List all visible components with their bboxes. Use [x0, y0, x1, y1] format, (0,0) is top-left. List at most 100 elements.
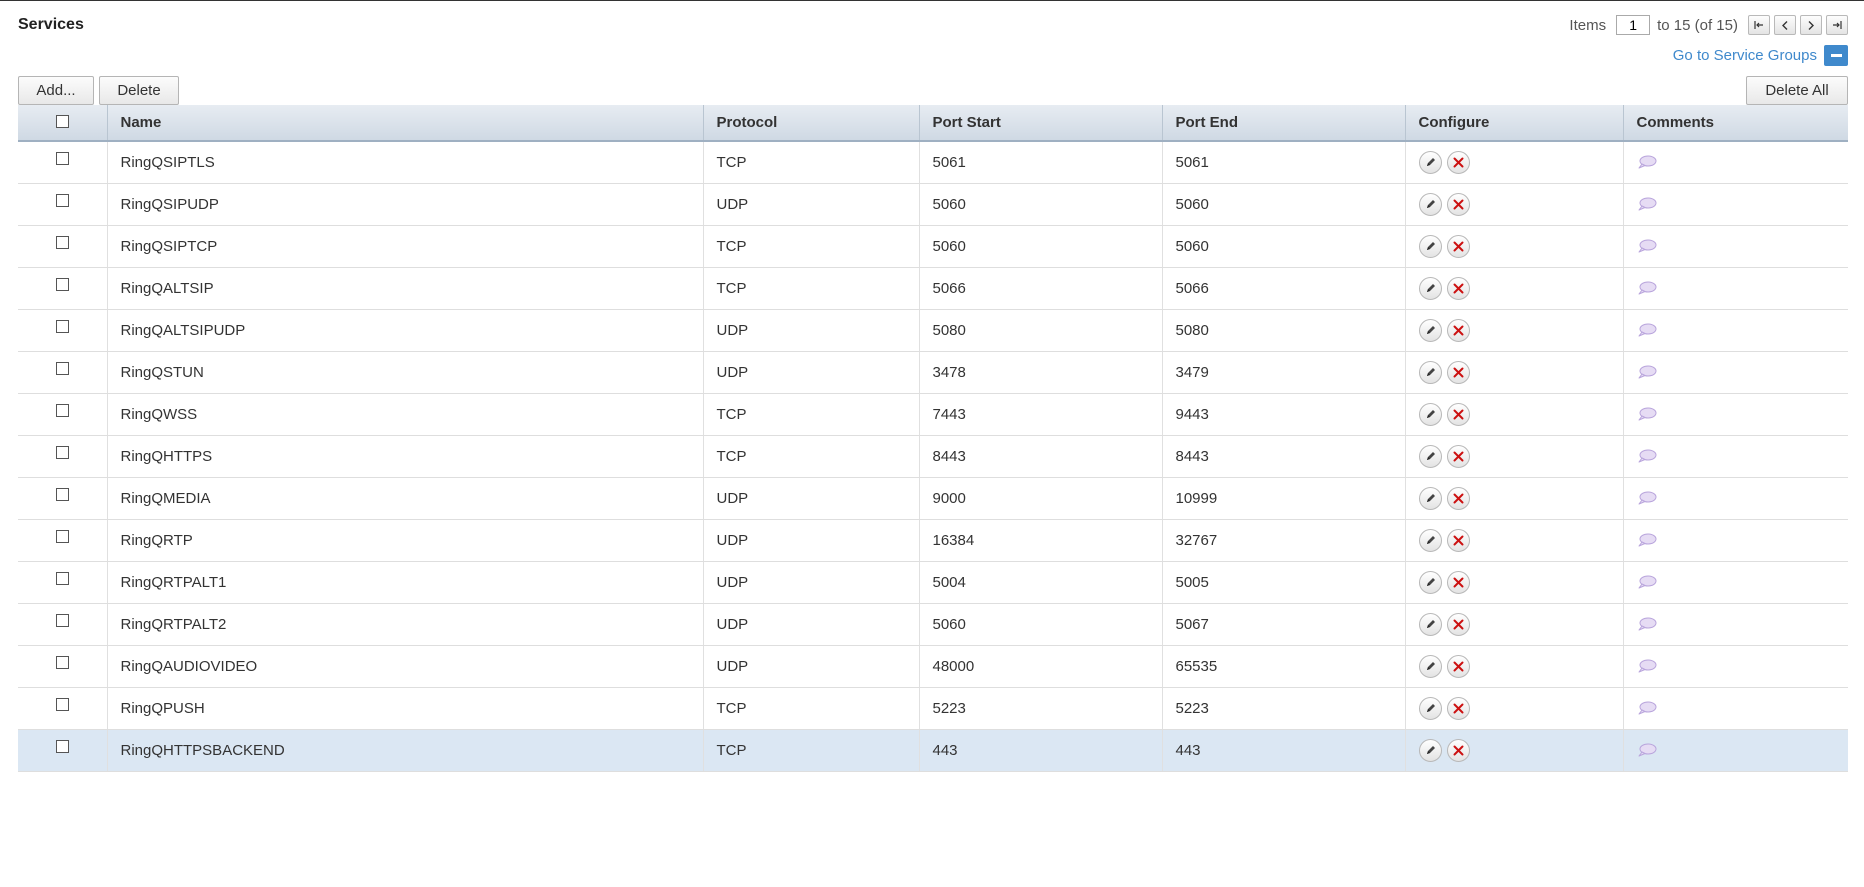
service-name-cell: RingQALTSIPUDP	[107, 309, 704, 352]
comment-button[interactable]	[1637, 323, 1849, 337]
delete-row-button[interactable]	[1446, 738, 1470, 762]
edit-button[interactable]	[1418, 444, 1442, 468]
port-start-cell: 16384	[919, 519, 1163, 562]
comment-button[interactable]	[1637, 197, 1849, 211]
table-row[interactable]: RingQALTSIP TCP 5066 5066	[18, 267, 1849, 310]
delete-row-button[interactable]	[1446, 570, 1470, 594]
delete-row-button[interactable]	[1446, 696, 1470, 720]
edit-button[interactable]	[1418, 318, 1442, 342]
edit-button[interactable]	[1418, 486, 1442, 510]
edit-button[interactable]	[1418, 696, 1442, 720]
row-checkbox[interactable]	[55, 362, 69, 376]
table-row[interactable]: RingQSIPTLS TCP 5061 5061	[18, 141, 1849, 184]
prev-page-button[interactable]	[1774, 15, 1796, 35]
delete-row-button[interactable]	[1446, 276, 1470, 300]
edit-button[interactable]	[1418, 360, 1442, 384]
edit-button[interactable]	[1418, 402, 1442, 426]
table-row[interactable]: RingQSIPTCP TCP 5060 5060	[18, 225, 1849, 268]
delete-row-button[interactable]	[1446, 486, 1470, 510]
edit-button[interactable]	[1418, 570, 1442, 594]
first-page-button[interactable]	[1748, 15, 1770, 35]
table-row[interactable]: RingQSIPUDP UDP 5060 5060	[18, 183, 1849, 226]
comment-button[interactable]	[1637, 407, 1849, 421]
row-checkbox[interactable]	[55, 194, 69, 208]
comment-button[interactable]	[1637, 281, 1849, 295]
last-page-icon	[1833, 21, 1842, 29]
page-number-input[interactable]	[1616, 15, 1651, 35]
row-checkbox[interactable]	[55, 740, 69, 754]
table-row[interactable]: RingQRTPALT1 UDP 5004 5005	[18, 561, 1849, 604]
comment-button[interactable]	[1637, 533, 1849, 547]
delete-row-button[interactable]	[1446, 402, 1470, 426]
comment-bubble-icon	[1638, 449, 1656, 463]
pagination: Items to 15 (of 15)	[1569, 14, 1848, 36]
table-row[interactable]: RingQPUSH TCP 5223 5223	[18, 687, 1849, 730]
column-header-name[interactable]: Name	[107, 105, 704, 142]
delete-button[interactable]: Delete	[99, 76, 179, 105]
row-checkbox[interactable]	[55, 488, 69, 502]
table-row[interactable]: RingQWSS TCP 7443 9443	[18, 393, 1849, 436]
next-page-button[interactable]	[1800, 15, 1822, 35]
comment-button[interactable]	[1637, 155, 1849, 169]
comment-bubble-icon	[1638, 743, 1656, 757]
row-checkbox[interactable]	[55, 698, 69, 712]
row-checkbox[interactable]	[55, 614, 69, 628]
comment-button[interactable]	[1637, 365, 1849, 379]
table-row[interactable]: RingQMEDIA UDP 9000 10999	[18, 477, 1849, 520]
delete-row-button[interactable]	[1446, 192, 1470, 216]
row-checkbox[interactable]	[55, 236, 69, 250]
edit-button[interactable]	[1418, 528, 1442, 552]
goto-service-groups-link[interactable]: Go to Service Groups	[1673, 47, 1817, 64]
add-button[interactable]: Add...	[18, 76, 94, 105]
row-checkbox[interactable]	[55, 530, 69, 544]
comment-button[interactable]	[1637, 701, 1849, 715]
comment-button[interactable]	[1637, 239, 1849, 253]
table-row[interactable]: RingQHTTPS TCP 8443 8443	[18, 435, 1849, 478]
row-checkbox[interactable]	[55, 446, 69, 460]
port-start-cell: 48000	[919, 645, 1163, 688]
delete-all-button[interactable]: Delete All	[1746, 76, 1848, 105]
last-page-button[interactable]	[1826, 15, 1848, 35]
column-header-protocol[interactable]: Protocol	[703, 105, 920, 142]
row-checkbox[interactable]	[55, 572, 69, 586]
table-row[interactable]: RingQAUDIOVIDEO UDP 48000 65535	[18, 645, 1849, 688]
delete-row-button[interactable]	[1446, 318, 1470, 342]
delete-row-button[interactable]	[1446, 150, 1470, 174]
table-row[interactable]: RingQALTSIPUDP UDP 5080 5080	[18, 309, 1849, 352]
collapse-minus-icon[interactable]	[1824, 45, 1848, 66]
select-all-checkbox[interactable]	[55, 114, 69, 128]
edit-button[interactable]	[1418, 612, 1442, 636]
comment-button[interactable]	[1637, 659, 1849, 673]
row-checkbox[interactable]	[55, 278, 69, 292]
edit-button[interactable]	[1418, 276, 1442, 300]
delete-row-button[interactable]	[1446, 612, 1470, 636]
delete-row-button[interactable]	[1446, 360, 1470, 384]
table-row[interactable]: RingQHTTPSBACKEND TCP 443 443	[18, 729, 1849, 772]
row-checkbox[interactable]	[55, 152, 69, 166]
row-checkbox[interactable]	[55, 656, 69, 670]
edit-button[interactable]	[1418, 738, 1442, 762]
column-header-port-start[interactable]: Port Start	[919, 105, 1163, 142]
row-checkbox[interactable]	[55, 320, 69, 334]
edit-button[interactable]	[1418, 150, 1442, 174]
table-row[interactable]: RingQRTP UDP 16384 32767	[18, 519, 1849, 562]
comment-button[interactable]	[1637, 449, 1849, 463]
comment-button[interactable]	[1637, 743, 1849, 757]
comment-button[interactable]	[1637, 617, 1849, 631]
table-row[interactable]: RingQRTPALT2 UDP 5060 5067	[18, 603, 1849, 646]
edit-button[interactable]	[1418, 192, 1442, 216]
row-checkbox[interactable]	[55, 404, 69, 418]
edit-button[interactable]	[1418, 654, 1442, 678]
delete-row-button[interactable]	[1446, 444, 1470, 468]
delete-row-button[interactable]	[1446, 234, 1470, 258]
edit-button[interactable]	[1418, 234, 1442, 258]
table-row[interactable]: RingQSTUN UDP 3478 3479	[18, 351, 1849, 394]
delete-row-button[interactable]	[1446, 654, 1470, 678]
delete-x-icon	[1453, 745, 1463, 755]
protocol-cell: UDP	[703, 309, 920, 352]
service-name-cell: RingQRTPALT2	[107, 603, 704, 646]
column-header-port-end[interactable]: Port End	[1162, 105, 1406, 142]
delete-row-button[interactable]	[1446, 528, 1470, 552]
comment-button[interactable]	[1637, 491, 1849, 505]
comment-button[interactable]	[1637, 575, 1849, 589]
